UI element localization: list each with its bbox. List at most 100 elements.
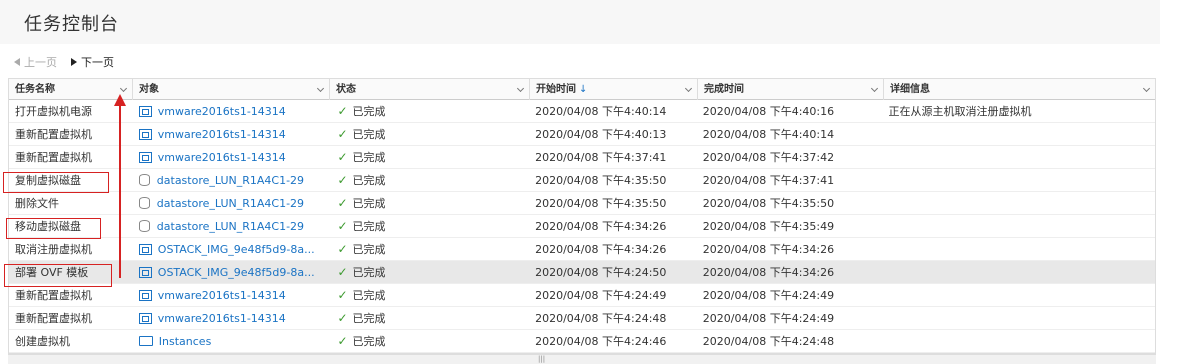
object-link[interactable]: vmware2016ts1-14314: [158, 123, 286, 146]
column-header-status[interactable]: 状态: [330, 79, 530, 100]
object-link[interactable]: datastore_LUN_R1A4C1-29: [157, 169, 304, 192]
object-cell[interactable]: datastore_LUN_R1A4C1-29: [133, 169, 330, 192]
column-header-object[interactable]: 对象: [133, 79, 330, 100]
datastore-icon: [138, 220, 150, 232]
chevron-down-icon[interactable]: [516, 84, 525, 93]
object-cell[interactable]: datastore_LUN_R1A4C1-29: [133, 215, 330, 238]
table-row[interactable]: 重新配置虚拟机 vmware2016ts1-14314 ✓ 已完成 2020/04/08…: [9, 146, 1155, 169]
details-cell: [882, 307, 1155, 330]
vm-icon: [138, 151, 152, 163]
check-icon: ✓: [337, 195, 348, 210]
object-link[interactable]: vmware2016ts1-14314: [158, 100, 286, 123]
column-label-start-time: 开始时间: [536, 84, 576, 95]
check-icon: ✓: [337, 149, 348, 164]
vm-icon: [138, 128, 152, 140]
end-time-cell: 2020/04/08 下午4:37:42: [702, 150, 835, 164]
prev-page-label: 上一页: [24, 56, 57, 69]
status-text: 已完成: [352, 196, 386, 210]
table-row[interactable]: 取消注册虚拟机 OSTACK_IMG_9e48f5d9-8a... ✓ 已完成 2020…: [9, 238, 1155, 261]
task-name-cell: 创建虚拟机: [15, 334, 70, 348]
table-row[interactable]: 部署 OVF 模板 OSTACK_IMG_9e48f5d9-8a... ✓ 已完成 20…: [9, 261, 1155, 284]
task-name-cell: 移动虚拟磁盘: [15, 219, 81, 233]
status-cell: ✓ 已完成: [329, 100, 529, 123]
chevron-down-icon[interactable]: [1142, 84, 1151, 93]
object-cell[interactable]: Instances: [133, 330, 330, 353]
end-time-cell: 2020/04/08 下午4:34:26: [702, 242, 835, 256]
object-link[interactable]: vmware2016ts1-14314: [158, 146, 286, 169]
object-cell[interactable]: datastore_LUN_R1A4C1-29: [133, 192, 330, 215]
vm-icon: [138, 243, 152, 255]
prev-arrow-icon: [14, 58, 20, 66]
object-cell[interactable]: vmware2016ts1-14314: [133, 307, 330, 330]
object-cell[interactable]: vmware2016ts1-14314: [133, 146, 330, 169]
check-icon: ✓: [337, 126, 348, 141]
check-icon: ✓: [337, 264, 348, 279]
vm-icon: [138, 289, 152, 301]
check-icon: ✓: [337, 103, 348, 118]
start-time-cell: 2020/04/08 下午4:40:13: [535, 127, 667, 141]
object-link[interactable]: datastore_LUN_R1A4C1-29: [157, 192, 304, 215]
start-time-cell: 2020/04/08 下午4:35:50: [535, 173, 667, 187]
details-cell: [882, 215, 1155, 238]
prev-page-button[interactable]: 上一页: [14, 54, 57, 70]
table-row[interactable]: 移动虚拟磁盘 datastore_LUN_R1A4C1-29 ✓ 已完成 2020/04…: [9, 215, 1155, 238]
vm-icon: [138, 105, 152, 117]
check-icon: ✓: [337, 241, 348, 256]
column-header-end-time[interactable]: 完成时间: [698, 79, 884, 100]
object-cell[interactable]: vmware2016ts1-14314: [133, 100, 330, 123]
object-cell[interactable]: OSTACK_IMG_9e48f5d9-8a...: [133, 238, 330, 261]
scrollbar-thumb[interactable]: |||: [538, 356, 554, 363]
status-text: 已完成: [352, 127, 386, 141]
status-cell: ✓ 已完成: [329, 261, 529, 284]
task-name-cell: 重新配置虚拟机: [15, 288, 92, 302]
chevron-down-icon[interactable]: [870, 84, 879, 93]
column-label-end-time: 完成时间: [704, 84, 744, 95]
object-link[interactable]: vmware2016ts1-14314: [158, 284, 286, 307]
object-link[interactable]: Instances: [159, 330, 212, 353]
table-row[interactable]: 重新配置虚拟机 vmware2016ts1-14314 ✓ 已完成 2020/04/08…: [9, 123, 1155, 146]
chevron-down-icon[interactable]: [316, 84, 325, 93]
task-name-cell: 重新配置虚拟机: [15, 150, 92, 164]
object-link[interactable]: OSTACK_IMG_9e48f5d9-8a...: [158, 261, 315, 284]
sort-desc-icon: ↓: [579, 84, 588, 95]
grid-body: 打开虚拟机电源 vmware2016ts1-14314 ✓ 已完成 2020/04/08…: [9, 100, 1155, 353]
column-label-object: 对象: [139, 84, 159, 95]
object-cell[interactable]: vmware2016ts1-14314: [133, 284, 330, 307]
annotation-arrow-up-icon: [114, 94, 126, 106]
table-row[interactable]: 复制虚拟磁盘 datastore_LUN_R1A4C1-29 ✓ 已完成 2020/04…: [9, 169, 1155, 192]
object-cell[interactable]: vmware2016ts1-14314: [133, 123, 330, 146]
object-link[interactable]: datastore_LUN_R1A4C1-29: [157, 215, 304, 238]
column-header-details[interactable]: 详细信息: [884, 79, 1155, 100]
table-row[interactable]: 删除文件 datastore_LUN_R1A4C1-29 ✓ 已完成 2020/04/0…: [9, 192, 1155, 215]
start-time-cell: 2020/04/08 下午4:35:50: [535, 196, 667, 210]
status-text: 已完成: [352, 219, 386, 233]
task-name-cell: 复制虚拟磁盘: [15, 173, 81, 187]
table-row[interactable]: 重新配置虚拟机 vmware2016ts1-14314 ✓ 已完成 2020/04/08…: [9, 307, 1155, 330]
vm-icon: [138, 312, 152, 324]
table-row[interactable]: 创建虚拟机 Instances ✓ 已完成 2020/04/08 下午4:24:46 20…: [9, 330, 1155, 353]
next-page-button[interactable]: 下一页: [71, 54, 114, 70]
vm-icon: [138, 266, 152, 278]
object-link[interactable]: vmware2016ts1-14314: [158, 307, 286, 330]
column-header-start-time[interactable]: 开始时间 ↓: [530, 79, 698, 100]
status-text: 已完成: [352, 150, 386, 164]
status-text: 已完成: [352, 288, 386, 302]
details-cell: [882, 146, 1155, 169]
status-cell: ✓ 已完成: [329, 215, 529, 238]
chevron-down-icon[interactable]: [119, 84, 128, 93]
pager: 上一页 下一页: [14, 54, 114, 70]
table-row[interactable]: 重新配置虚拟机 vmware2016ts1-14314 ✓ 已完成 2020/04/08…: [9, 284, 1155, 307]
column-label-details: 详细信息: [890, 84, 930, 95]
check-icon: ✓: [337, 172, 348, 187]
object-cell[interactable]: OSTACK_IMG_9e48f5d9-8a...: [133, 261, 330, 284]
status-cell: ✓ 已完成: [329, 330, 529, 353]
end-time-cell: 2020/04/08 下午4:37:41: [702, 173, 835, 187]
chevron-down-icon[interactable]: [684, 84, 693, 93]
status-text: 已完成: [352, 242, 386, 256]
task-name-cell: 重新配置虚拟机: [15, 127, 92, 141]
status-text: 已完成: [352, 265, 386, 279]
table-row[interactable]: 打开虚拟机电源 vmware2016ts1-14314 ✓ 已完成 2020/04/08…: [9, 100, 1155, 123]
horizontal-scrollbar[interactable]: |||: [8, 354, 1156, 364]
object-link[interactable]: OSTACK_IMG_9e48f5d9-8a...: [158, 238, 315, 261]
task-name-cell: 删除文件: [15, 196, 59, 210]
